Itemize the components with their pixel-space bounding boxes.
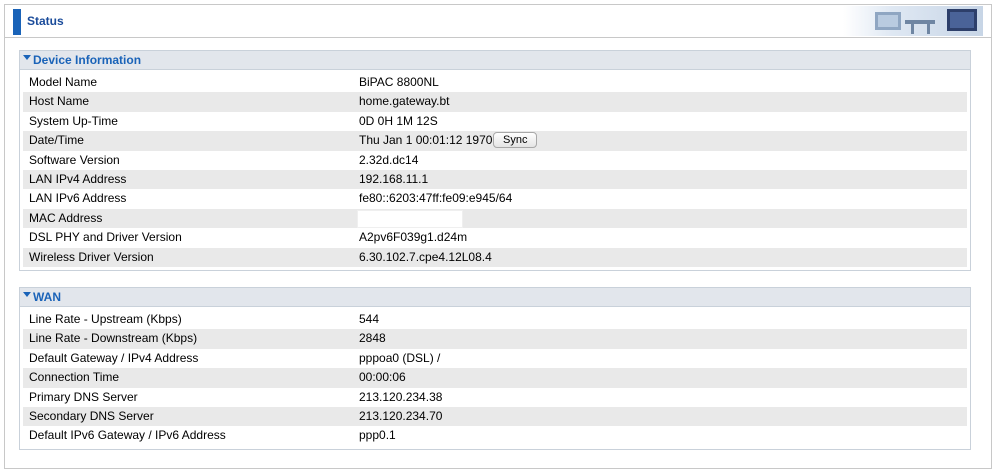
- status-header: Status: [5, 5, 991, 38]
- row-label: Model Name: [29, 75, 98, 89]
- table-row: Secondary DNS Server 213.120.234.70: [23, 406, 967, 427]
- table-row: Model Name BiPAC 8800NL: [23, 73, 967, 92]
- table-row: Line Rate - Downstream (Kbps) 2848: [23, 329, 967, 349]
- row-label: Software Version: [29, 152, 120, 167]
- device-information-panel: Device Information Model Name BiPAC 8800…: [19, 50, 971, 271]
- row-value: 00:00:06: [359, 370, 406, 385]
- row-label: Default IPv6 Gateway / IPv6 Address: [29, 428, 226, 443]
- table-row: Primary DNS Server 213.120.234.38: [23, 388, 967, 407]
- table-row: Software Version 2.32d.dc14: [23, 151, 967, 170]
- row-value: 192.168.11.1: [359, 171, 429, 186]
- row-label: Host Name: [29, 94, 90, 109]
- table-row: Connection Time 00:00:06: [23, 368, 967, 388]
- row-label: Line Rate - Downstream (Kbps): [29, 331, 198, 346]
- table-row: LAN IPv4 Address 192.168.11.1: [23, 169, 967, 190]
- sync-button[interactable]: Sync: [493, 132, 538, 149]
- row-value: 544: [359, 312, 380, 326]
- row-value: home.gateway.bt: [359, 94, 450, 109]
- row-value: ppp0.1: [359, 428, 396, 443]
- row-label: Primary DNS Server: [29, 389, 138, 404]
- table-row: LAN IPv6 Address fe80::6203:47ff:fe09:e9…: [23, 189, 967, 208]
- row-label: DSL PHY and Driver Version: [29, 230, 182, 245]
- row-label: Wireless Driver Version: [29, 249, 154, 264]
- mac-address-value: [357, 209, 463, 228]
- row-value: 0D 0H 1M 12S: [359, 113, 438, 128]
- wan-panel: WAN Line Rate - Upstream (Kbps) 544 Line…: [19, 287, 971, 450]
- row-label: LAN IPv4 Address: [29, 171, 127, 186]
- row-value: Thu Jan 1 00:01:12 1970: [359, 133, 493, 148]
- table-row: MAC Address: [23, 208, 967, 229]
- collapse-triangle-icon[interactable]: [23, 55, 31, 60]
- row-label: Connection Time: [29, 370, 120, 385]
- table-row: Line Rate - Upstream (Kbps) 544: [23, 310, 967, 329]
- table-row: Default Gateway / IPv4 Address pppoa0 (D…: [23, 349, 967, 368]
- table-row: System Up-Time 0D 0H 1M 12S: [23, 112, 967, 131]
- collapse-triangle-icon[interactable]: [23, 292, 31, 297]
- status-page: Status Device Information Model Name BiP…: [4, 4, 992, 469]
- row-value: BiPAC 8800NL: [359, 75, 439, 89]
- wan-header[interactable]: WAN: [20, 288, 970, 307]
- table-row: DSL PHY and Driver Version A2pv6F039g1.d…: [23, 228, 967, 247]
- row-label: LAN IPv6 Address: [29, 191, 127, 206]
- row-label: Line Rate - Upstream (Kbps): [29, 312, 182, 326]
- wan-title: WAN: [33, 290, 61, 304]
- page-title: Status: [27, 14, 64, 28]
- table-row: Date/Time Thu Jan 1 00:01:12 1970 Sync: [23, 131, 967, 151]
- row-value: 2848: [359, 331, 386, 346]
- row-label: MAC Address: [29, 210, 103, 225]
- device-information-header[interactable]: Device Information: [20, 51, 970, 70]
- row-value: fe80::6203:47ff:fe09:e945/64: [359, 191, 513, 206]
- status-accent-bar: [13, 9, 21, 35]
- row-label: Secondary DNS Server: [29, 408, 154, 423]
- device-information-title: Device Information: [33, 53, 142, 67]
- row-value: 2.32d.dc14: [359, 152, 419, 167]
- row-value: A2pv6F039g1.d24m: [359, 230, 468, 245]
- row-label: Date/Time: [29, 133, 84, 148]
- office-illustration-icon: [843, 6, 983, 36]
- row-label: Default Gateway / IPv4 Address: [29, 350, 199, 365]
- table-row: Host Name home.gateway.bt: [23, 92, 967, 112]
- table-row: Default IPv6 Gateway / IPv6 Address ppp0…: [23, 426, 967, 445]
- row-label: System Up-Time: [29, 113, 118, 128]
- row-value: 213.120.234.38: [359, 389, 443, 404]
- row-value: pppoa0 (DSL) /: [359, 350, 441, 365]
- table-row: Wireless Driver Version 6.30.102.7.cpe4.…: [23, 247, 967, 267]
- row-value: 6.30.102.7.cpe4.12L08.4: [359, 249, 492, 264]
- row-value: 213.120.234.70: [359, 408, 443, 423]
